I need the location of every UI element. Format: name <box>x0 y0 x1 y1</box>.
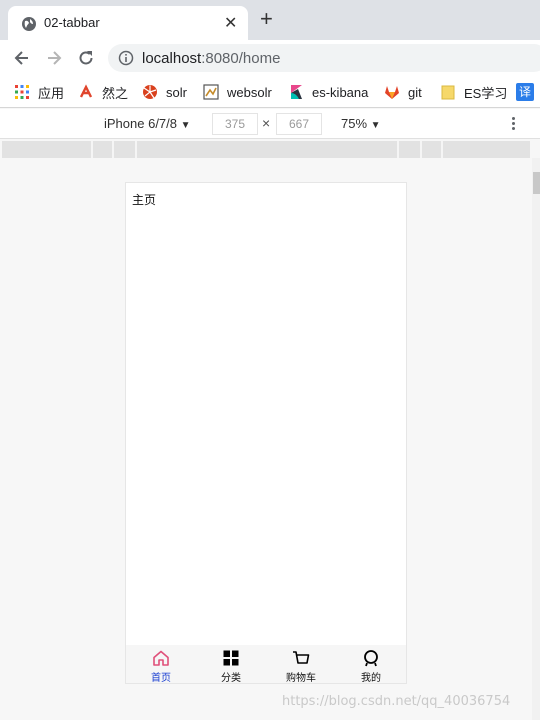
zoom-select[interactable]: 75% ▼ <box>341 116 381 131</box>
bookmark-label: es-kibana <box>312 84 369 100</box>
page-title: 主页 <box>132 193 157 207</box>
bookmarks-bar: 应用 然之 solr websolr es-kibana git ES学习 译 <box>0 76 540 108</box>
kibana-icon <box>291 85 302 99</box>
new-tab-button[interactable]: + <box>260 8 273 30</box>
url-text: localhost:8080/home <box>142 50 281 67</box>
bookmark-translate[interactable]: 译 <box>516 82 534 102</box>
dimension-separator: × <box>262 115 271 131</box>
bottom-tabbar: 首页 分类 购物车 我的 <box>126 645 406 684</box>
tab-home[interactable]: 首页 <box>126 645 196 684</box>
watermark: https://blog.csdn.net/qq_40036754 <box>282 694 511 709</box>
tab-cart[interactable]: 购物车 <box>266 645 336 684</box>
home-icon <box>153 650 169 666</box>
close-tab-icon[interactable]: ✕ <box>224 13 237 33</box>
reload-icon[interactable] <box>76 48 96 68</box>
bookmark-label: websolr <box>227 84 272 100</box>
viewport-width-input[interactable]: 375 <box>212 113 258 135</box>
bookmark-websolr[interactable]: websolr <box>203 82 272 102</box>
browser-toolbar: localhost:8080/home <box>0 40 540 76</box>
ranzhi-icon <box>79 84 93 98</box>
globe-icon <box>22 17 36 31</box>
bookmark-es-study[interactable]: ES学习 <box>440 82 507 102</box>
device-toolbar: iPhone 6/7/8 ▼ 375 × 667 75% ▼ <box>0 109 540 139</box>
info-icon[interactable] <box>118 50 134 66</box>
scrollbar-thumb[interactable] <box>533 172 540 194</box>
vertical-scrollbar[interactable] <box>532 158 540 720</box>
address-bar[interactable]: localhost:8080/home <box>108 44 540 72</box>
media-query-ruler <box>2 141 530 158</box>
gitlab-icon <box>385 86 399 99</box>
grid-icon <box>223 650 239 666</box>
cart-icon <box>293 651 310 664</box>
translate-icon: 译 <box>516 83 534 101</box>
bookmark-solr[interactable]: solr <box>142 82 187 102</box>
tab-label: 我的 <box>361 673 381 684</box>
browser-tab-strip: 02-tabbar ✕ + <box>0 0 540 40</box>
solr-icon <box>143 85 157 99</box>
bookmark-label: git <box>408 84 422 100</box>
tab-label: 购物车 <box>286 673 316 684</box>
bookmark-label: 应用 <box>38 85 65 101</box>
tab-label: 分类 <box>221 673 241 684</box>
forward-arrow-icon[interactable] <box>44 48 64 68</box>
tab-profile[interactable]: 我的 <box>336 645 406 684</box>
bookmark-label: 然之 <box>102 85 129 101</box>
bookmark-ranzhi[interactable]: 然之 <box>78 82 128 102</box>
profile-icon <box>364 650 378 667</box>
tab-category[interactable]: 分类 <box>196 645 266 684</box>
bookmark-label: solr <box>166 84 187 100</box>
device-viewport: 主页 首页 分类 购物车 我的 <box>125 182 407 684</box>
device-select[interactable]: iPhone 6/7/8 ▼ <box>104 116 191 131</box>
more-options-icon[interactable] <box>510 115 516 133</box>
folder-icon <box>441 85 455 100</box>
tab-title: 02-tabbar <box>44 15 100 30</box>
browser-tab[interactable]: 02-tabbar ✕ <box>8 6 248 40</box>
bookmark-apps[interactable]: 应用 <box>14 82 64 102</box>
back-arrow-icon[interactable] <box>12 48 32 68</box>
apps-grid-icon <box>15 85 29 99</box>
bookmark-git[interactable]: git <box>384 82 422 102</box>
websolr-icon <box>203 84 219 100</box>
bookmark-kibana[interactable]: es-kibana <box>288 82 368 102</box>
bookmark-label: ES学习 <box>464 85 508 101</box>
viewport-height-input[interactable]: 667 <box>276 113 322 135</box>
tab-label: 首页 <box>151 673 171 684</box>
